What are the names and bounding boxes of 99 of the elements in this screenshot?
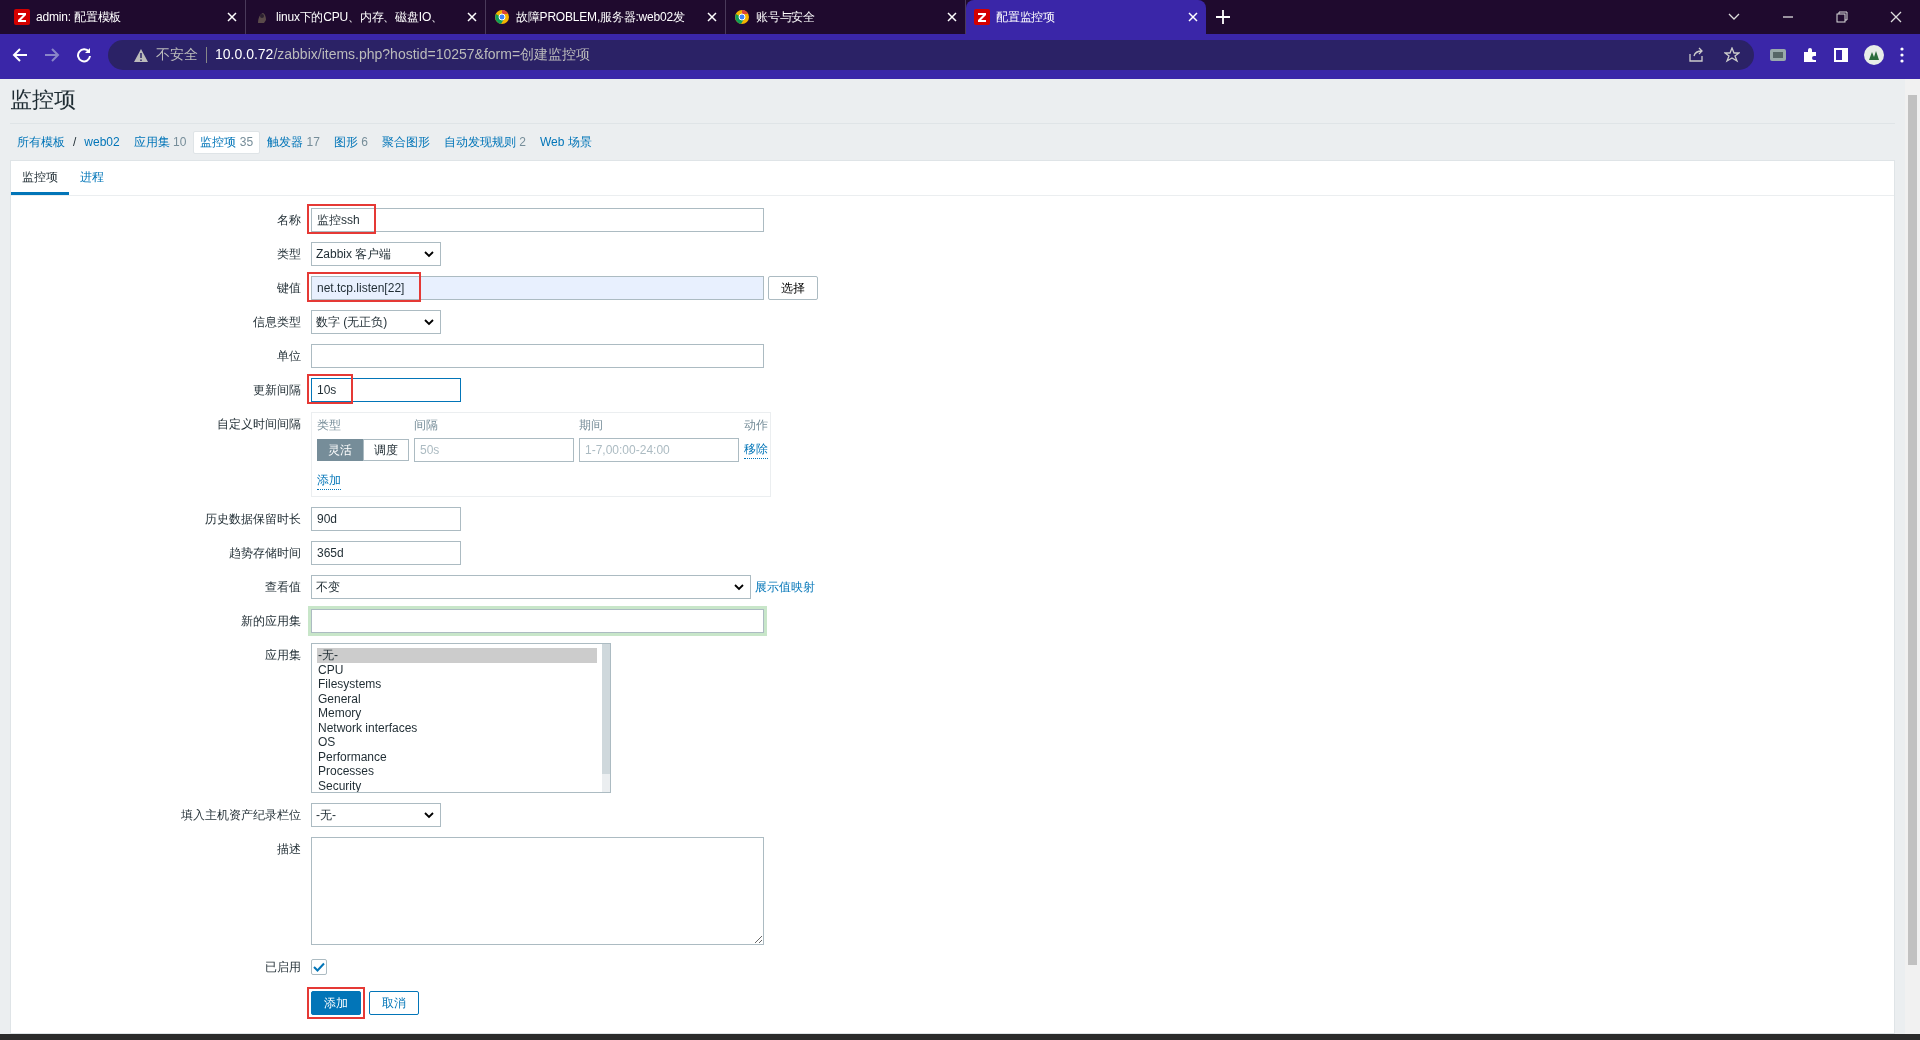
field-label: 类型 — [276, 246, 301, 263]
star-icon[interactable] — [1724, 47, 1740, 63]
field-label: 单位 — [276, 348, 301, 365]
menu-icon[interactable] — [1900, 47, 1904, 63]
scrollbar[interactable] — [602, 644, 610, 792]
nav-link[interactable]: 监控项 35 — [193, 130, 261, 154]
value-mapping-link[interactable]: 展示值映射 — [755, 578, 815, 596]
field-label: 自定义时间间隔 — [216, 416, 301, 433]
field-label: 填入主机资产纪录栏位 — [180, 807, 301, 824]
browser-icon[interactable] — [494, 9, 510, 25]
caret-icon — [424, 811, 434, 819]
back-icon[interactable] — [12, 47, 28, 63]
cancel-button[interactable]: 取消 — [369, 991, 419, 1015]
forward-icon[interactable] — [44, 47, 60, 63]
browser-icon[interactable] — [734, 9, 750, 25]
list-option[interactable]: Memory — [317, 706, 597, 721]
breadcrumb-link[interactable]: web02 — [77, 132, 127, 152]
field-label: 键值 — [276, 280, 301, 297]
text-field[interactable] — [311, 609, 764, 633]
select-field[interactable]: -无- — [311, 803, 441, 827]
nav-link[interactable]: 应用集 10 — [126, 130, 194, 154]
select-field[interactable]: Zabbix 客户端 — [311, 242, 441, 266]
description-field[interactable] — [311, 837, 764, 945]
field-label: 信息类型 — [252, 314, 301, 331]
nav-link[interactable]: 自动发现规则 2 — [436, 130, 533, 154]
nav-link[interactable]: 聚合图形 — [374, 130, 437, 154]
page-title: 监控项 — [10, 79, 1895, 124]
field-label: 更新间隔 — [252, 382, 301, 399]
caret-icon — [734, 583, 744, 591]
nav-link[interactable]: Web 场景 — [532, 130, 599, 154]
remove-link[interactable]: 移除 — [744, 441, 768, 459]
puzzle-icon[interactable] — [1802, 47, 1818, 63]
column-header: 类型 — [317, 417, 342, 434]
application-list[interactable]: -无- CPU Filesystems General Memory Network interfaces OS Performance Processes Security — [311, 643, 611, 793]
enabled-checkbox[interactable] — [311, 959, 327, 975]
list-option[interactable]: Security — [317, 778, 597, 792]
add-button[interactable]: 添加 — [311, 991, 361, 1015]
form-tab[interactable]: 监控项 — [11, 161, 69, 195]
tab-title: 配置监控项 — [996, 8, 1056, 26]
column-header: 间隔 — [414, 417, 439, 434]
field-label: 名称 — [276, 212, 301, 229]
list-option[interactable]: -无- — [317, 648, 597, 663]
text-field[interactable] — [311, 344, 764, 368]
browser-tab[interactable]: 配置监控项 — [966, 0, 1206, 34]
text-field[interactable]: 监控ssh — [311, 208, 764, 232]
nav-link[interactable]: 触发器 17 — [260, 130, 327, 154]
breadcrumb-separator: / — [72, 135, 78, 149]
add-link[interactable]: 添加 — [317, 472, 341, 490]
period-field[interactable]: 1-7,00:00-24:00 — [579, 438, 739, 462]
form-tab[interactable]: 进程 — [69, 161, 115, 195]
extension-icon[interactable] — [1770, 49, 1786, 61]
list-option[interactable]: Processes — [317, 764, 597, 779]
text-field[interactable]: 10s — [311, 378, 461, 402]
scrollbar[interactable] — [1905, 79, 1920, 1034]
column-header: 动作 — [744, 417, 768, 434]
mode-toggle[interactable]: 调度 — [363, 439, 409, 461]
warning-icon[interactable] — [134, 48, 148, 62]
share-icon[interactable] — [1688, 47, 1704, 63]
list-option[interactable]: Filesystems — [317, 677, 597, 692]
select-field[interactable]: 不变 — [311, 575, 751, 599]
field-label: 趋势存储时间 — [228, 545, 301, 562]
nav-link[interactable]: 图形 6 — [326, 130, 375, 154]
url-text: 10.0.0.72/zabbix/items.php?hostid=10257&form=创建监控项 — [215, 46, 591, 64]
tab-title: 故障PROBLEM,服务器:web02发 — [516, 8, 686, 26]
list-option[interactable]: CPU — [317, 662, 597, 677]
text-field[interactable]: 90d — [311, 507, 461, 531]
select-field[interactable]: 数字 (无正负) — [311, 310, 441, 334]
close-icon[interactable] — [1890, 11, 1902, 23]
caret-icon — [424, 250, 434, 258]
list-option[interactable]: Network interfaces — [317, 720, 597, 735]
column-header: 期间 — [579, 417, 604, 434]
security-label: 不安全 — [156, 46, 198, 64]
avatar-icon[interactable] — [1864, 45, 1884, 65]
tab-title: linux下的CPU、内存、磁盘IO、 — [276, 8, 444, 26]
tab-search-icon[interactable] — [1728, 13, 1740, 21]
restore-icon[interactable] — [1836, 11, 1848, 23]
sidebar-icon[interactable] — [1834, 48, 1848, 62]
field-label: 历史数据保留时长 — [204, 511, 301, 528]
reload-icon[interactable] — [76, 47, 92, 63]
field-label: 新的应用集 — [240, 613, 301, 630]
list-option[interactable]: Performance — [317, 749, 597, 764]
select-button[interactable]: 选择 — [768, 276, 818, 300]
field-label: 应用集 — [264, 647, 301, 664]
field-label: 查看值 — [264, 579, 301, 596]
address-field[interactable]: 不安全 10.0.0.72/zabbix/items.php?hostid=10257&form=创建监控项 — [108, 40, 1754, 70]
field-label: 描述 — [276, 841, 301, 858]
z-logo-icon[interactable] — [14, 9, 30, 25]
tab-title: 账号与安全 — [756, 8, 816, 26]
text-field[interactable]: net.tcp.listen[22] — [311, 276, 764, 300]
new-tab-icon[interactable] — [1216, 10, 1230, 24]
list-option[interactable]: OS — [317, 735, 597, 750]
text-field[interactable]: 365d — [311, 541, 461, 565]
field-label: 已启用 — [264, 959, 301, 976]
breadcrumb-link[interactable]: 所有模板 — [10, 130, 72, 154]
tab-title: admin: 配置模板 — [36, 8, 123, 26]
caret-icon — [424, 318, 434, 326]
z-logo-icon[interactable] — [974, 9, 990, 25]
list-option[interactable]: General — [317, 691, 597, 706]
interval-field[interactable]: 50s — [414, 438, 574, 462]
